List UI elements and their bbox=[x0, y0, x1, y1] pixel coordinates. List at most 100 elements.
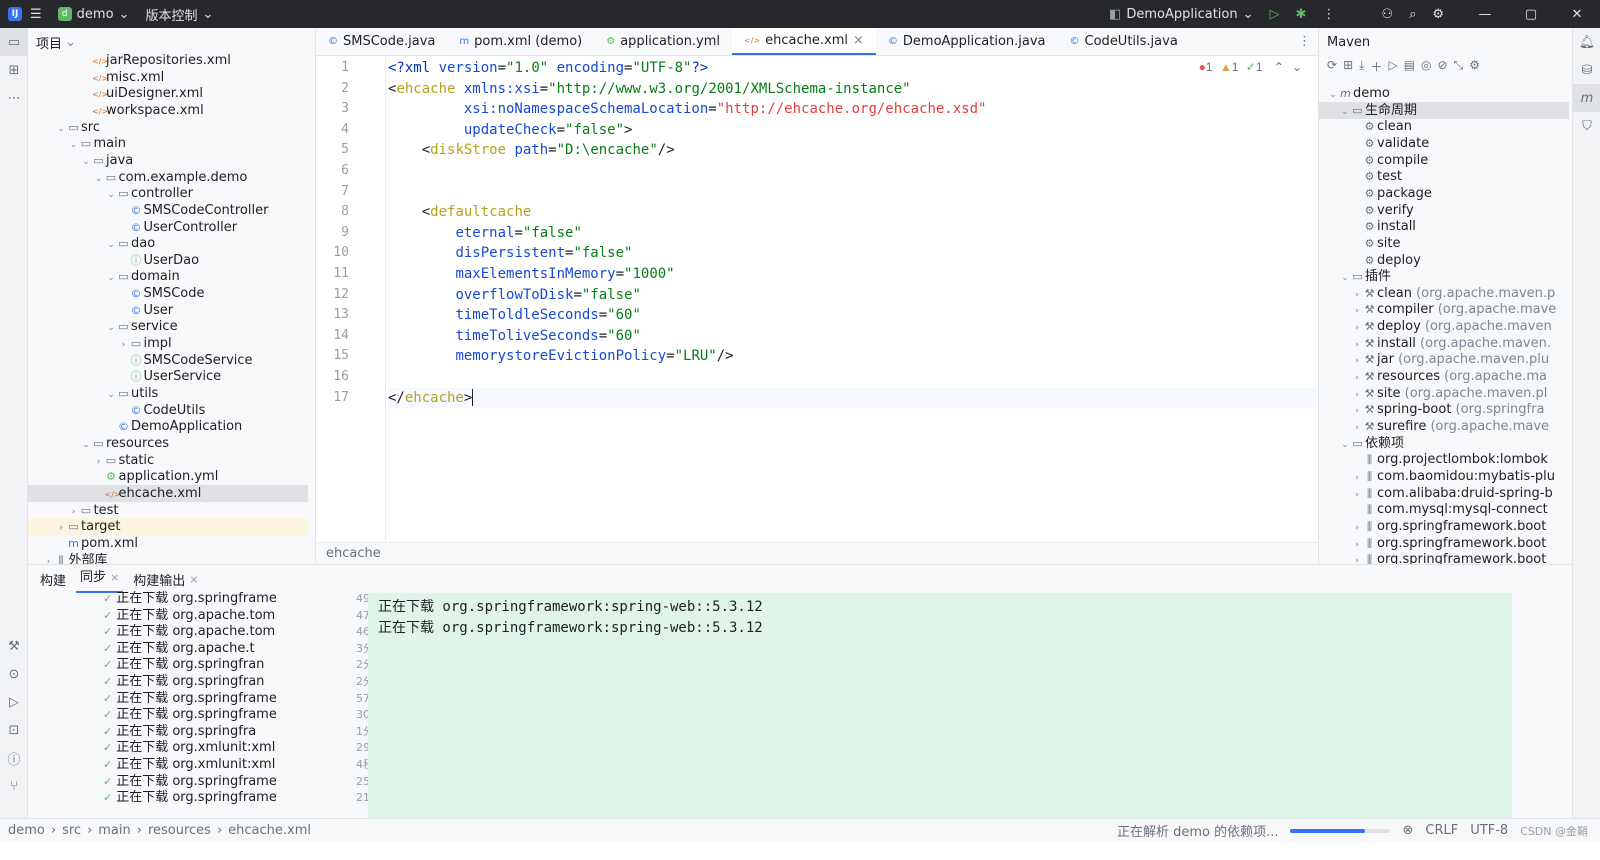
search-icon[interactable]: ⌕ bbox=[1401, 7, 1424, 22]
tab-overflow-icon[interactable]: ⋮ bbox=[1298, 34, 1311, 49]
sync-item[interactable]: ✓正在下载 org.xmlunit:xmlunit29秒72毫秒 bbox=[103, 740, 417, 757]
sync-item[interactable]: ✓正在下载 org.apache.tomca46秒618毫秒 bbox=[103, 624, 424, 641]
project-tool-icon[interactable]: ▭ bbox=[0, 28, 28, 56]
add-icon[interactable]: ＋ bbox=[1370, 58, 1382, 75]
run-goal-icon[interactable]: ▷ bbox=[1388, 58, 1397, 75]
maximize-button[interactable]: ▢ bbox=[1508, 7, 1554, 22]
maven-tree-item[interactable]: › ⚒ spring-boot (org.springfra bbox=[1319, 401, 1569, 418]
close-tab-icon[interactable]: × bbox=[110, 565, 119, 592]
maven-tree-item[interactable]: › ⚒ jar (org.apache.maven.plu bbox=[1319, 351, 1569, 368]
tree-item[interactable]: © CodeUtils bbox=[28, 402, 308, 419]
maven-tree-item[interactable]: ⫼ com.mysql:mysql-connect bbox=[1319, 501, 1569, 518]
tree-item[interactable]: ⚙ application.yml bbox=[28, 468, 308, 485]
tree-item[interactable]: › ▭ static bbox=[28, 452, 308, 469]
database-tool-icon[interactable]: ⛁ bbox=[1573, 56, 1600, 84]
cancel-task-icon[interactable]: ⊗ bbox=[1402, 823, 1413, 838]
maven-tree-item[interactable]: ⚙ test bbox=[1319, 168, 1569, 185]
maven-tree-item[interactable]: ⚙ site bbox=[1319, 235, 1569, 252]
sync-item[interactable]: ✓正在下载 org.springfran2分钟1秒294毫秒 bbox=[103, 674, 446, 691]
tree-item[interactable]: ⓘ UserService bbox=[28, 368, 308, 385]
project-switcher[interactable]: d demo ⌄ bbox=[50, 7, 138, 22]
encoding-selector[interactable]: UTF-8 bbox=[1470, 823, 1508, 838]
sync-item[interactable]: ✓正在下载 org.apache.t3分钟17秒976毫秒 bbox=[103, 641, 453, 658]
sync-item[interactable]: ✓正在下载 org.apache.tomca47秒619毫秒 bbox=[103, 608, 424, 625]
tree-item[interactable]: ⌄ ▭ com.example.demo bbox=[28, 169, 308, 186]
tree-item[interactable]: ⌄ ▭ utils bbox=[28, 385, 308, 402]
tree-item[interactable]: </>ehcache.xml bbox=[28, 484, 308, 502]
ide-logo-icon[interactable]: IJ bbox=[8, 7, 22, 21]
maven-tree-item[interactable]: › ⚒ clean (org.apache.maven.p bbox=[1319, 285, 1569, 302]
sync-item[interactable]: ✓正在下载 org.springframew57秒647毫秒 bbox=[103, 691, 424, 708]
maven-tree-item[interactable]: ⚙ verify bbox=[1319, 202, 1569, 219]
tree-item[interactable]: ⌄ ▭ java bbox=[28, 152, 308, 169]
code-editor[interactable]: 1 2 3 4 5 6 7 8 9 10 11 12 13 14 15 16 17 <?xml version=… bbox=[316, 56, 1318, 542]
close-window-button[interactable]: ✕ bbox=[1554, 7, 1600, 22]
close-tab-icon[interactable]: × bbox=[189, 573, 198, 586]
tree-item[interactable]: ⌄ ▭ service bbox=[28, 318, 308, 335]
services-tool-icon[interactable]: ⊙ bbox=[0, 660, 28, 688]
tree-item[interactable]: m pom.xml bbox=[28, 535, 308, 552]
status-breadcrumb-item[interactable]: resources bbox=[148, 823, 211, 838]
structure-tool-icon[interactable]: ⊞ bbox=[0, 56, 28, 84]
maven-tree-item[interactable]: ⚙ clean bbox=[1319, 118, 1569, 135]
run-icon[interactable]: ▷ bbox=[1262, 7, 1288, 22]
git-tool-icon[interactable]: ⑂ bbox=[0, 772, 28, 800]
tree-item[interactable]: ⌄ ▭ src bbox=[28, 119, 308, 136]
maven-tree-item[interactable]: › ⫼ com.alibaba:druid-spring-b bbox=[1319, 485, 1569, 502]
sync-item[interactable]: ✓正在下载 org.springframewo25秒63毫秒 bbox=[103, 774, 417, 791]
tree-item[interactable]: © DemoApplication bbox=[28, 418, 308, 435]
maven-tree-item[interactable]: › ⚒ compiler (org.apache.mave bbox=[1319, 301, 1569, 318]
maven-tree-item[interactable]: ⌄ ▭ 依赖项 bbox=[1319, 435, 1569, 452]
tree-item[interactable]: © UserController bbox=[28, 219, 308, 236]
status-breadcrumb-item[interactable]: src bbox=[62, 823, 81, 838]
tree-item[interactable]: ⌄ ▭ dao bbox=[28, 235, 308, 252]
download-icon[interactable]: ⤓ bbox=[1359, 58, 1364, 75]
status-breadcrumb-item[interactable]: demo bbox=[8, 823, 45, 838]
tree-item[interactable]: ⓘ SMSCodeService bbox=[28, 352, 308, 369]
add-user-icon[interactable]: ⚇ bbox=[1373, 7, 1401, 22]
bottom-tab[interactable]: 同步 × bbox=[76, 565, 124, 593]
maven-tool-icon[interactable]: m bbox=[1573, 84, 1600, 112]
maven-tree-item[interactable]: ⚙ package bbox=[1319, 185, 1569, 202]
tab-smscode[interactable]: © SMSCode.java bbox=[316, 28, 447, 55]
tree-item[interactable]: </>jarRepositories.xml bbox=[28, 52, 308, 69]
tree-item[interactable]: › ▭ impl bbox=[28, 335, 308, 352]
tree-item[interactable]: © User bbox=[28, 302, 308, 319]
tree-item[interactable]: ⌄ ▭ resources bbox=[28, 435, 308, 452]
tree-item[interactable]: ⓘ UserDao bbox=[28, 252, 308, 269]
tree-item[interactable]: › ▭ target bbox=[28, 518, 308, 536]
maven-tree-item[interactable]: › ⚒ resources (org.apache.ma bbox=[1319, 368, 1569, 385]
more-actions-icon[interactable]: ⋮ bbox=[1314, 7, 1343, 22]
maven-tree-item[interactable]: › ⚒ deploy (org.apache.maven bbox=[1319, 318, 1569, 335]
tab-application[interactable]: ⚙ application.yml bbox=[594, 28, 732, 55]
tree-item[interactable]: › ⫼ 外部库 bbox=[28, 552, 308, 565]
terminal-tool-icon[interactable]: ⊡ bbox=[0, 716, 28, 744]
settings-icon[interactable]: ⚙ bbox=[1469, 58, 1480, 75]
tab-pom[interactable]: m pom.xml (demo) bbox=[447, 28, 594, 55]
maven-tree-item[interactable]: › ⚒ surefire (org.apache.mave bbox=[1319, 418, 1569, 435]
maven-tree-item[interactable]: › ⫼ com.baomidou:mybatis-plu bbox=[1319, 468, 1569, 485]
sync-item[interactable]: ✓正在下载 org.springframewo21秒52毫秒 bbox=[103, 790, 417, 807]
main-menu-icon[interactable]: ☰ bbox=[22, 7, 50, 22]
run-tool-icon[interactable]: ▷ bbox=[0, 688, 28, 716]
maven-tree-item[interactable]: ⚙ install bbox=[1319, 218, 1569, 235]
debug-icon[interactable]: ✱ bbox=[1288, 7, 1315, 22]
maven-tree-item[interactable]: › ⚒ install (org.apache.maven. bbox=[1319, 335, 1569, 352]
add-folder-icon[interactable]: ⊞ bbox=[1343, 58, 1353, 75]
sync-item[interactable]: ✓正在下载 org.springframewo30秒77毫秒 bbox=[103, 707, 417, 724]
sync-item[interactable]: ✓正在下载 org.springfra1分钟28秒722毫秒 bbox=[103, 724, 453, 741]
bottom-tab[interactable]: 构建输出 × bbox=[129, 570, 202, 589]
expand-arrow-icon[interactable]: › bbox=[43, 554, 55, 565]
line-ending-selector[interactable]: CRLF bbox=[1425, 823, 1458, 838]
background-task-status[interactable]: 正在解析 demo 的依赖项... bbox=[1117, 821, 1279, 840]
maven-tree-item[interactable]: ⌄ m demo bbox=[1319, 85, 1569, 102]
maven-tree-item[interactable]: ⌄ ▭ 生命周期 bbox=[1319, 101, 1569, 119]
status-breadcrumb-item[interactable]: main bbox=[98, 823, 130, 838]
tab-ehcache[interactable]: </> ehcache.xml × bbox=[732, 28, 876, 55]
sync-item[interactable]: ✓正在下载 org.xmlunit:xmlunit-4秒9毫秒 bbox=[103, 757, 403, 774]
maven-tree-item[interactable]: › ⫼ org.springframework.boot bbox=[1319, 551, 1569, 564]
tree-item[interactable]: ⌄ ▭ main bbox=[28, 135, 308, 152]
problems-indicator[interactable]: ●1 ▲1 ✓1 ⌃ ⌄ bbox=[1199, 60, 1302, 74]
vcs-menu[interactable]: 版本控制 ⌄ bbox=[137, 5, 221, 24]
offline-icon[interactable]: ◎ bbox=[1421, 58, 1431, 75]
